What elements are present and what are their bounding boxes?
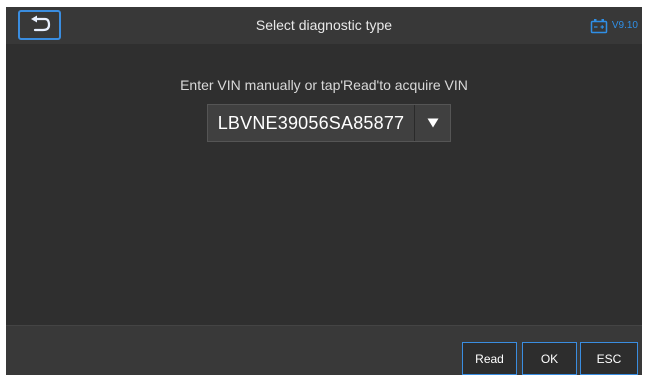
vin-input[interactable]: LBVNE39056SA85877 (208, 105, 414, 141)
vin-combobox[interactable]: LBVNE39056SA85877 (207, 104, 451, 142)
esc-button[interactable]: ESC (580, 342, 638, 375)
diagnostic-screen: Select diagnostic type V9.10 Enter VIN m… (6, 7, 642, 375)
bottom-bar: Read OK ESC (6, 325, 642, 375)
page-title: Select diagnostic type (255, 17, 393, 33)
vin-prompt: Enter VIN manually or tap'Read'to acquir… (180, 77, 468, 93)
back-button[interactable] (18, 10, 61, 40)
version-indicator: V9.10 (590, 7, 638, 44)
read-button[interactable]: Read (462, 342, 517, 375)
ok-button[interactable]: OK (522, 342, 577, 375)
version-text: V9.10 (611, 20, 638, 31)
vin-dropdown-button[interactable] (415, 105, 450, 141)
top-bar: Select diagnostic type V9.10 (6, 7, 642, 44)
triangle-down-icon (427, 118, 438, 128)
battery-icon (590, 18, 608, 33)
back-arrow-icon (30, 15, 50, 32)
